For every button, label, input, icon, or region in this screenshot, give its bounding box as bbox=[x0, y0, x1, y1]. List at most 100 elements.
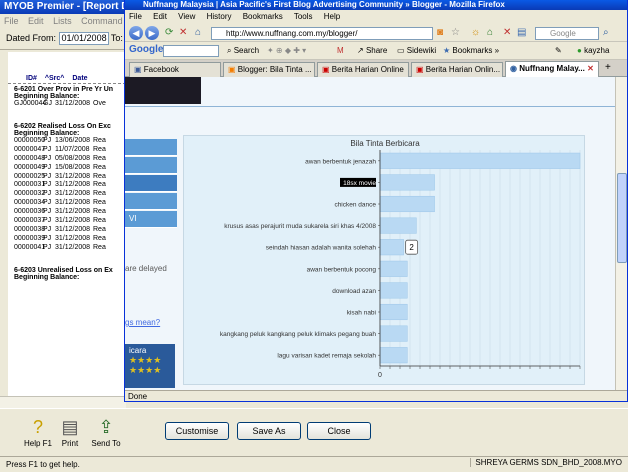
url-bar[interactable]: http://www.nuffnang.com.my/blogger/ bbox=[211, 27, 433, 40]
menu-file[interactable]: File bbox=[129, 12, 142, 21]
close-tab-icon[interactable]: ✕ bbox=[503, 27, 511, 38]
status-help-text: Press F1 to get help. bbox=[6, 460, 80, 469]
help-icon: ? bbox=[32, 417, 43, 437]
report-cell: Rea bbox=[93, 154, 106, 162]
report-row[interactable]: 00000036PJ 31/12/2008 Rea bbox=[8, 208, 126, 217]
myob-menu-command-centre[interactable]: Command Centre bbox=[81, 16, 126, 26]
tab-blogger[interactable]: ▣ Blogger: Bila Tinta ... bbox=[223, 62, 315, 77]
side-nav-item-3[interactable] bbox=[125, 175, 177, 192]
bar bbox=[379, 217, 417, 234]
close-tab-icon[interactable]: ✕ bbox=[587, 64, 594, 73]
to-label: To: bbox=[110, 32, 123, 43]
side-nav-item-2[interactable] bbox=[125, 157, 177, 174]
send-to-button[interactable]: ⇪ Send To bbox=[88, 415, 124, 451]
myob-menu-file[interactable]: File bbox=[4, 16, 19, 26]
category-label: kangkang peluk kangkang peluk klimaks pe… bbox=[220, 331, 376, 338]
site-banner-image bbox=[125, 77, 201, 104]
report-row[interactable]: 00000049PJ 15/08/2008 Rea bbox=[8, 164, 126, 173]
report-row[interactable]: 00000025PJ 31/12/2008 Rea bbox=[8, 173, 126, 182]
search-input[interactable]: Google bbox=[535, 27, 599, 40]
scrollbar-thumb[interactable] bbox=[617, 173, 627, 263]
user-account[interactable]: ● kayzha bbox=[577, 46, 609, 55]
stop-icon[interactable]: ✕ bbox=[179, 27, 187, 38]
report-row[interactable]: 00000034PJ 31/12/2008 Rea bbox=[8, 199, 126, 208]
page-content: VI are delayed gs mean? icara ★★★★ ★★★★ B… bbox=[125, 77, 615, 390]
print-button[interactable]: ▤ Print bbox=[52, 415, 88, 451]
bar-chart-svg: Bila Tinta Berbicara awan berbentuk jenaz… bbox=[220, 139, 581, 379]
tab-label: Blogger: Bila Tinta ... bbox=[237, 65, 312, 74]
menu-tools[interactable]: Tools bbox=[294, 12, 313, 21]
back-arrow-icon[interactable]: ◀ bbox=[129, 26, 143, 40]
report-row[interactable]: 00000050PJ 13/06/2008 Rea bbox=[8, 137, 126, 146]
status-company-file: SHREYA GERMS SDN_BHD_2008.MYO bbox=[470, 458, 622, 467]
report-horizontal-scrollbar[interactable] bbox=[0, 396, 126, 408]
star-icon[interactable]: ☆ bbox=[451, 27, 460, 38]
myob-menu-edit[interactable]: Edit bbox=[28, 16, 44, 26]
report-row[interactable]: 00000031PJ 31/12/2008 Rea bbox=[8, 181, 126, 190]
account-heading: 6-6202 Realised Loss On Exc bbox=[14, 122, 111, 130]
myob-title-bar: MYOB Premier - [Report Displ bbox=[0, 0, 126, 14]
google-logo: Google bbox=[129, 44, 164, 55]
menu-bookmarks[interactable]: Bookmarks bbox=[243, 12, 283, 21]
side-nav-item-5[interactable]: VI bbox=[125, 211, 177, 228]
report-row[interactable]: 00000047PJ 11/07/2008 Rea bbox=[8, 146, 126, 155]
save-as-button[interactable]: Save As bbox=[237, 422, 301, 440]
report-row[interactable]: 00000032PJ 31/12/2008 Rea bbox=[8, 190, 126, 199]
report-cell: PJ bbox=[43, 208, 52, 216]
menu-history[interactable]: History bbox=[207, 12, 232, 21]
bookmarks-button[interactable]: ★ Bookmarks » bbox=[443, 46, 499, 55]
myob-menu-lists[interactable]: Lists bbox=[53, 16, 72, 26]
rss-icon[interactable]: ◙ bbox=[437, 27, 443, 38]
report-cell: Rea bbox=[93, 208, 106, 216]
report-row[interactable]: 00000041PJ 31/12/2008 Rea bbox=[8, 244, 126, 253]
category-label: awan berbentuk jenazah bbox=[305, 158, 376, 165]
customise-button[interactable]: Customise bbox=[165, 422, 229, 440]
home-page-icon[interactable]: ⌂ bbox=[487, 27, 493, 38]
gmail-icon[interactable]: M bbox=[337, 46, 344, 55]
report-cell: Ove bbox=[93, 100, 106, 107]
close-button[interactable]: Close bbox=[307, 422, 371, 440]
date-filter-bar: Dated From: 01/01/2008 To: 3 bbox=[0, 28, 126, 50]
category-label: seindah hiasan adalah wanita solehah bbox=[266, 245, 377, 252]
sidewiki-button[interactable]: ▭ Sidewiki bbox=[397, 46, 436, 55]
report-cell: 00000050 bbox=[14, 136, 46, 144]
tab-berita-harian-2[interactable]: ▣ Berita Harian Onlin... bbox=[411, 62, 503, 77]
google-search-box[interactable] bbox=[163, 45, 219, 57]
reload-icon[interactable]: ⟳ bbox=[165, 27, 173, 38]
print-icon[interactable]: ▤ bbox=[517, 27, 526, 38]
tab-berita-harian-1[interactable]: ▣ Berita Harian Online bbox=[317, 62, 409, 77]
side-nav-item-1[interactable] bbox=[125, 139, 177, 156]
report-row[interactable]: GJ000044GJ 31/12/2008 Ove bbox=[8, 100, 126, 109]
bookmarks-label: Bookmarks bbox=[452, 46, 493, 55]
report-row[interactable]: 00000037PJ 31/12/2008 Rea bbox=[8, 217, 126, 226]
google-search-button[interactable]: ⌕ Search bbox=[227, 46, 259, 56]
report-cell: 00000041 bbox=[14, 243, 46, 251]
forward-arrow-icon[interactable]: ▶ bbox=[145, 26, 159, 40]
report-row[interactable]: 00000038PJ 31/12/2008 Rea bbox=[8, 226, 126, 235]
home-icon[interactable]: ⌂ bbox=[195, 27, 201, 38]
report-cell: PJ bbox=[43, 136, 52, 144]
share-button[interactable]: ↗ Share bbox=[357, 46, 387, 55]
category-label: 18sx movie bbox=[343, 180, 376, 187]
tab-nuffnang[interactable]: ◉ Nuffnang Malay... ✕ bbox=[505, 61, 599, 77]
dated-from-label: Dated From: bbox=[6, 32, 57, 43]
dated-from-field[interactable]: 01/01/2008 bbox=[58, 32, 109, 45]
report-cell: Rea bbox=[93, 163, 106, 171]
menu-edit[interactable]: Edit bbox=[153, 12, 167, 21]
search-icon[interactable]: ⌕ bbox=[603, 27, 609, 38]
menu-help[interactable]: Help bbox=[324, 12, 340, 21]
what-does-this-mean-link[interactable]: gs mean? bbox=[125, 318, 160, 327]
help-button[interactable]: ? Help F1 bbox=[20, 415, 56, 451]
toolbar-icons-group[interactable]: ✦ ⊕ ◆ ✚ ▾ bbox=[267, 46, 306, 55]
bicara-widget[interactable]: icara ★★★★ ★★★★ bbox=[125, 344, 175, 388]
menu-view[interactable]: View bbox=[178, 12, 195, 21]
sidewiki-icon: ▭ bbox=[397, 46, 405, 55]
report-row[interactable]: 00000048PJ 05/08/2008 Rea bbox=[8, 155, 126, 164]
wrench-icon[interactable]: ✎ bbox=[555, 46, 562, 55]
report-row[interactable]: 00000039PJ 31/12/2008 Rea bbox=[8, 235, 126, 244]
gear-icon[interactable]: ☼ bbox=[471, 27, 480, 38]
side-nav-item-4[interactable] bbox=[125, 193, 177, 210]
page-vertical-scrollbar[interactable] bbox=[615, 77, 627, 390]
tab-facebook[interactable]: ▣ Facebook bbox=[129, 62, 221, 77]
new-tab-icon[interactable]: + bbox=[605, 62, 611, 73]
